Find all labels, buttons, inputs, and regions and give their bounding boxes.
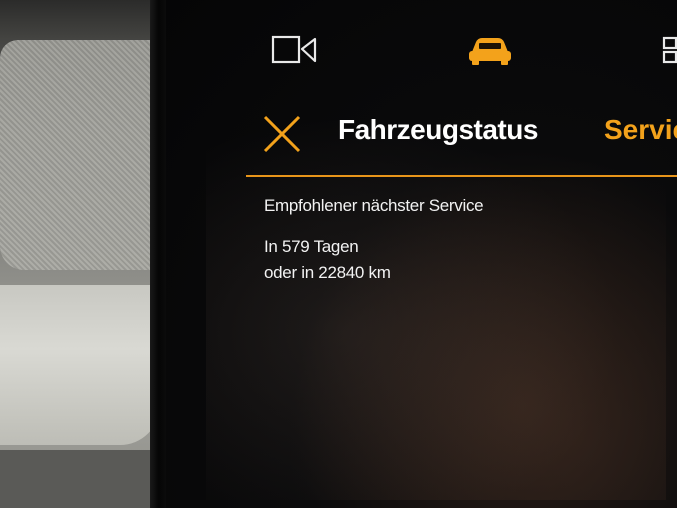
- page-title: Fahrzeugstatus: [338, 114, 538, 145]
- seat-fabric: [0, 40, 150, 270]
- service-label: Empfohlener nächster Service: [264, 196, 484, 215]
- top-app-bar: [166, 0, 677, 92]
- grid-icon[interactable]: [662, 34, 677, 71]
- door-panel: [0, 285, 160, 445]
- close-icon[interactable]: [262, 114, 302, 154]
- tab-service[interactable]: Servic: [604, 114, 677, 146]
- service-distance: oder in 22840 km: [264, 263, 391, 282]
- service-days: In 579 Tagen: [264, 237, 359, 256]
- car-icon[interactable]: [466, 34, 514, 71]
- camera-icon[interactable]: [271, 34, 319, 71]
- service-info: Empfohlener nächster Service In 579 Tage…: [264, 196, 484, 286]
- header-divider: [246, 175, 677, 177]
- infotainment-screen: Fahrzeugstatus Servic Empfohlener nächst…: [166, 0, 677, 508]
- page-header: Fahrzeugstatus Servic: [166, 100, 677, 176]
- car-interior-photo-area: [0, 0, 165, 508]
- floor-area: [0, 450, 165, 508]
